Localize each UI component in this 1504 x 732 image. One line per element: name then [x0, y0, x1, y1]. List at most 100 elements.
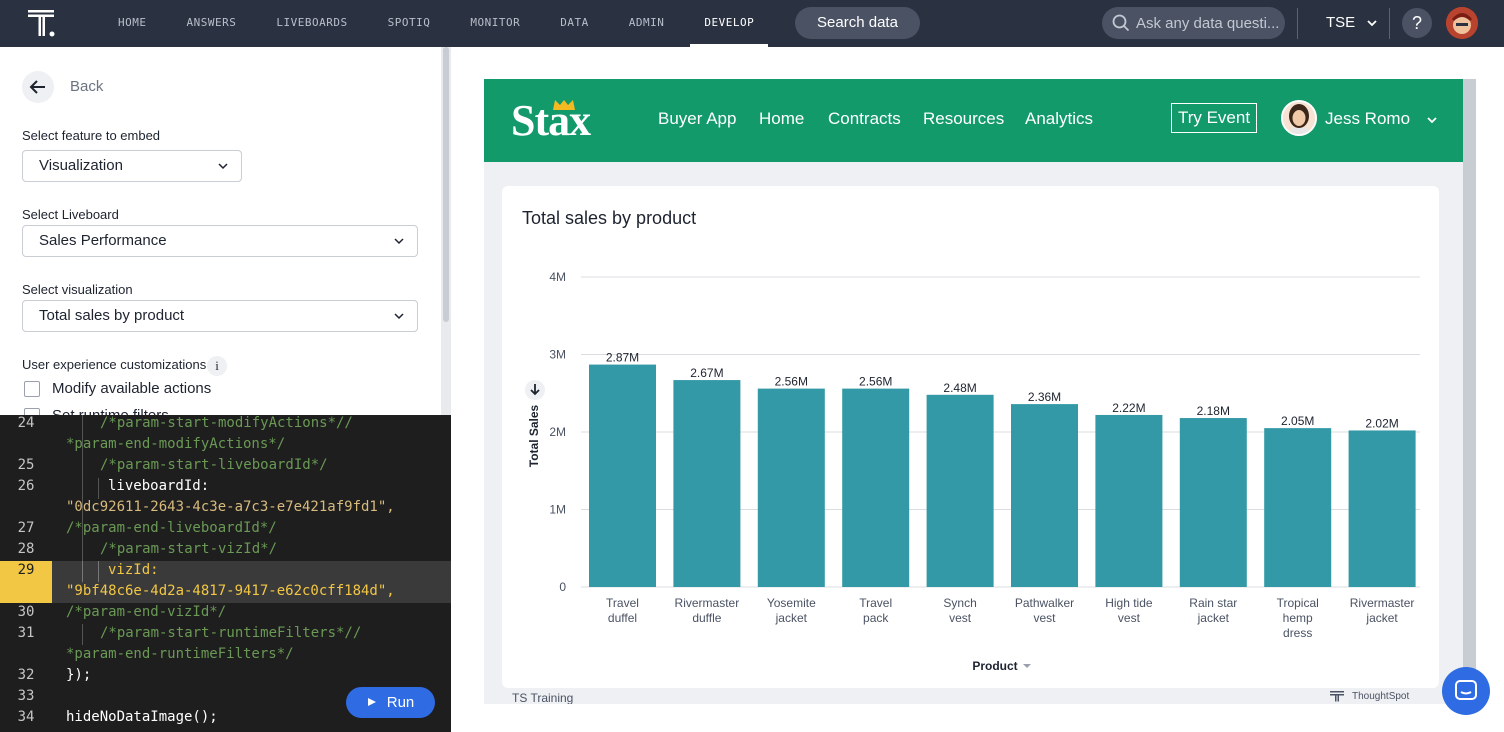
y-tick-label: 0	[559, 580, 566, 594]
bar	[673, 380, 741, 587]
indent-guide	[82, 624, 83, 645]
nav-answers[interactable]: ANSWERS	[173, 0, 251, 47]
x-tick-label: Rivermaster	[675, 596, 740, 610]
nav-admin[interactable]: ADMIN	[615, 0, 679, 47]
line-number: 31	[17, 625, 35, 641]
code-editor[interactable]: 24 /*param-start-modifyActions*// *param-e…	[0, 415, 451, 732]
bar	[1348, 430, 1416, 587]
code-text: /*param-end-vizId*/	[66, 604, 227, 620]
data-label: 2.05M	[1281, 414, 1314, 428]
try-event-button[interactable]: Try Event	[1171, 103, 1257, 133]
x-tick-label: duffel	[608, 611, 637, 625]
code-text: /*param-start-liveboardId*/	[100, 457, 328, 473]
line-number: 30	[17, 604, 35, 620]
nav-home[interactable]: HOME	[104, 0, 161, 47]
stax-nav-home[interactable]: Home	[759, 109, 804, 129]
x-tick-label: Synch	[943, 596, 976, 610]
line-number: 28	[17, 541, 35, 557]
stax-logo[interactable]: Stax	[511, 95, 591, 146]
code-text: });	[66, 667, 92, 683]
code-text: "9bf48c6e-4d2a-4817-9417-e62c0cff184d",	[66, 583, 395, 599]
y-tick-label: 4M	[549, 270, 566, 284]
code-text: vizId:	[108, 562, 159, 578]
chevron-down-icon	[1427, 117, 1437, 124]
embed-preview: Stax Buyer App Home Contracts Resources …	[484, 79, 1476, 704]
feature-select-value: Visualization	[39, 157, 123, 174]
bar	[1011, 404, 1078, 587]
liveboard-select-value: Sales Performance	[39, 232, 167, 249]
x-tick-label: Travel	[859, 596, 892, 610]
x-tick-label: hemp	[1283, 611, 1313, 625]
x-tick-label: Yosemite	[767, 596, 816, 610]
chart-card: Total sales by product 0 1M 2M 3M 4M 2.87M Tra…	[502, 186, 1439, 688]
data-label: 2.56M	[859, 375, 892, 389]
y-axis-label: Total Sales	[527, 404, 541, 467]
x-tick-label: High tide	[1105, 596, 1153, 610]
nav-data[interactable]: DATA	[546, 0, 603, 47]
data-label: 2.56M	[775, 375, 808, 389]
embed-scrollbar[interactable]	[1463, 79, 1476, 704]
code-text: /*param-start-runtimeFilters*//	[100, 625, 362, 641]
avatar[interactable]	[1446, 7, 1478, 39]
nav-liveboards[interactable]: LIVEBOARDS	[262, 0, 361, 47]
modify-actions-checkbox[interactable]	[24, 381, 40, 397]
y-tick-label: 3M	[549, 348, 566, 362]
bar	[1179, 418, 1247, 587]
nav-divider	[1297, 8, 1298, 39]
viz-select[interactable]: Total sales by product	[22, 300, 418, 332]
line-number: 32	[17, 667, 35, 683]
nav-divider	[1389, 8, 1390, 39]
x-tick-label: jacket	[1197, 611, 1230, 625]
info-icon[interactable]: i	[207, 356, 227, 376]
ask-data-input[interactable]	[1136, 14, 1281, 32]
x-tick-label: vest	[1033, 611, 1056, 625]
liveboard-select[interactable]: Sales Performance	[22, 225, 418, 257]
footer-brand-label: ThoughtSpot	[1352, 691, 1410, 703]
bar	[1264, 428, 1332, 587]
x-tick-label: Pathwalker	[1015, 596, 1074, 610]
arrow-left-icon	[29, 80, 45, 94]
back-button[interactable]	[22, 71, 54, 103]
line-number: 24	[17, 415, 35, 431]
code-text: *param-end-modifyActions*/	[66, 436, 286, 452]
bar	[757, 388, 825, 587]
feature-select[interactable]: Visualization	[22, 150, 242, 182]
bar	[1095, 414, 1163, 587]
footer-brand: ThoughtSpot	[1330, 691, 1409, 702]
stax-nav-contracts[interactable]: Contracts	[828, 109, 901, 129]
help-icon[interactable]: ?	[1402, 8, 1432, 38]
x-axis-label: Product	[972, 659, 1017, 673]
nav-spotiq[interactable]: SPOTIQ	[374, 0, 445, 47]
x-tick-label: Travel	[606, 596, 639, 610]
run-label: Run	[386, 694, 415, 711]
ask-data-search[interactable]	[1102, 7, 1285, 39]
x-tick-label: vest	[949, 611, 972, 625]
search-icon	[1112, 14, 1130, 32]
run-button[interactable]: Run	[346, 687, 435, 718]
nav-develop[interactable]: DEVELOP	[690, 0, 769, 47]
line-number: 25	[17, 457, 35, 473]
x-tick-label: Rivermaster	[1350, 596, 1415, 610]
thoughtspot-logo[interactable]	[26, 8, 58, 38]
stax-nav-resources[interactable]: Resources	[923, 109, 1004, 129]
avatar[interactable]	[1281, 100, 1317, 136]
data-label: 2.87M	[606, 351, 639, 365]
line-number: 29	[17, 562, 35, 578]
code-text: /*param-start-modifyActions*//	[100, 415, 353, 431]
liveboard-label: Select Liveboard	[22, 207, 119, 222]
feature-label: Select feature to embed	[22, 128, 161, 143]
stax-nav-analytics[interactable]: Analytics	[1025, 109, 1093, 129]
user-name[interactable]: Jess Romo	[1325, 109, 1437, 129]
stax-header: Stax Buyer App Home Contracts Resources …	[484, 79, 1463, 162]
org-switcher[interactable]: TSE	[1326, 0, 1377, 47]
scrollbar-thumb[interactable]	[443, 47, 449, 322]
nav-monitor[interactable]: MONITOR	[456, 0, 534, 47]
y-tick-label: 1M	[549, 503, 566, 517]
stax-nav-buyer-app[interactable]: Buyer App	[658, 109, 736, 129]
x-tick-label: Tropical	[1277, 596, 1319, 610]
search-data-button[interactable]: Search data	[795, 7, 920, 39]
thoughtspot-icon	[1330, 691, 1344, 702]
left-panel-scrollbar[interactable]	[441, 47, 451, 415]
chat-button[interactable]	[1442, 667, 1490, 715]
code-text: *param-end-runtimeFilters*/	[66, 646, 294, 662]
